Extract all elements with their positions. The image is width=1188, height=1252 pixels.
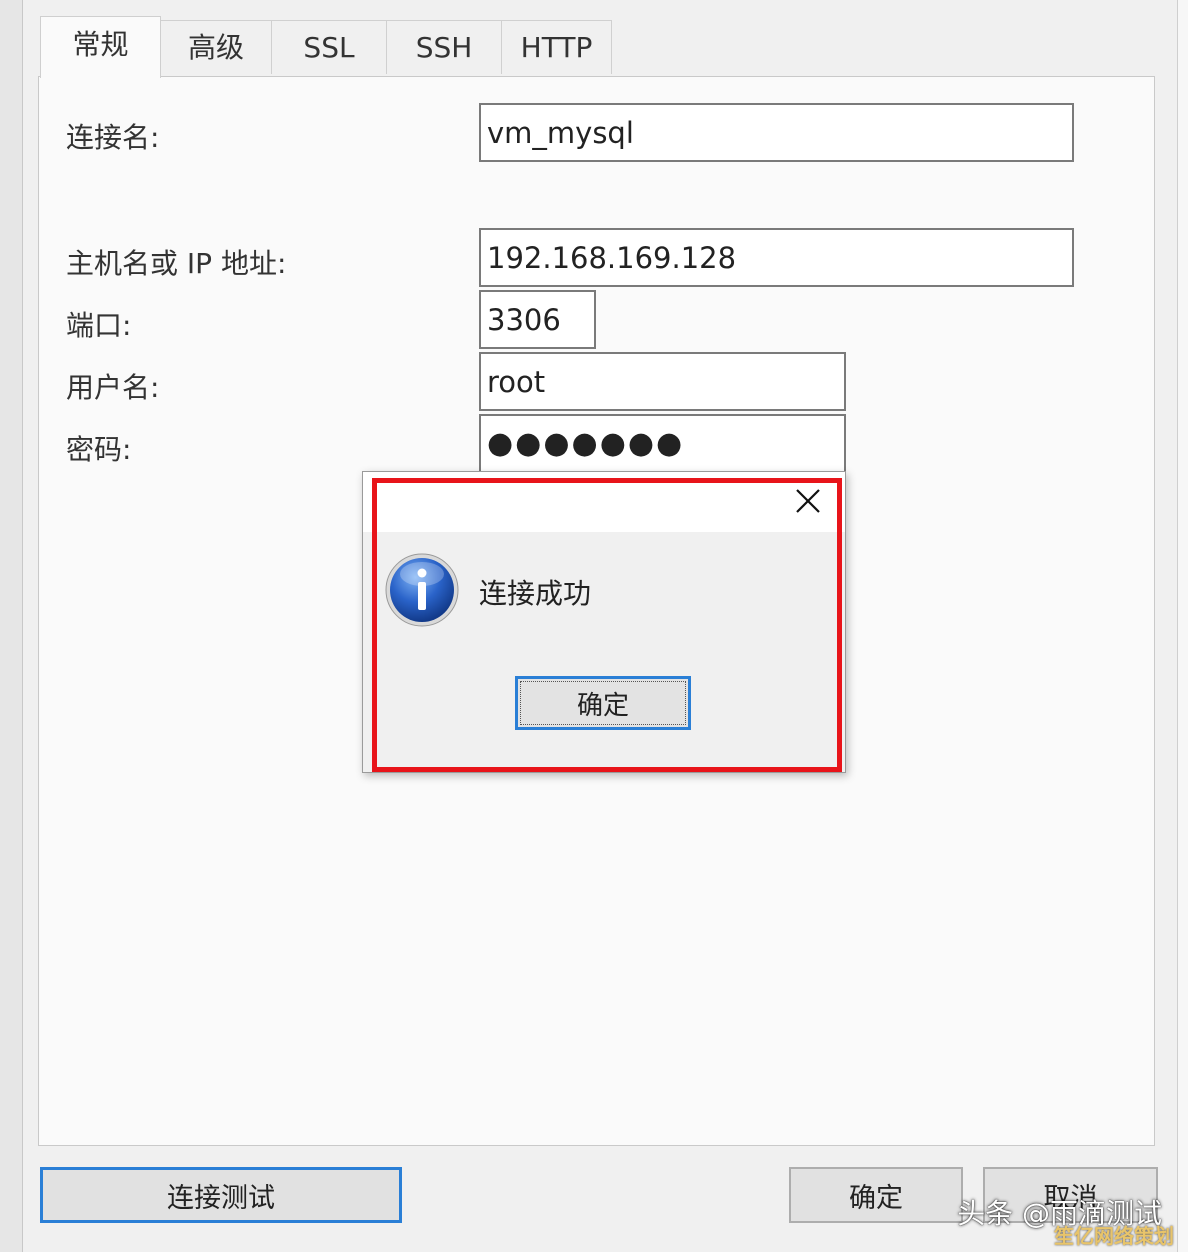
host-label: 主机名或 IP 地址: bbox=[66, 247, 287, 280]
window-left-edge bbox=[0, 0, 23, 1252]
port-label: 端口: bbox=[66, 309, 132, 342]
port-input[interactable]: 3306 bbox=[479, 290, 596, 349]
host-input[interactable]: 192.168.169.128 bbox=[479, 228, 1074, 287]
tab-ssl[interactable]: SSL bbox=[271, 20, 387, 74]
dialog-ok-button[interactable]: 确定 bbox=[515, 676, 691, 730]
info-icon bbox=[385, 553, 459, 627]
connection-success-dialog: 连接成功 确定 bbox=[362, 471, 846, 773]
connection-name-input[interactable]: vm_mysql bbox=[479, 103, 1074, 162]
window-right-edge bbox=[1177, 0, 1188, 1252]
host-value: 192.168.169.128 bbox=[487, 240, 737, 275]
close-icon[interactable] bbox=[793, 486, 823, 516]
password-label: 密码: bbox=[66, 433, 132, 466]
port-value: 3306 bbox=[487, 302, 561, 337]
tab-http[interactable]: HTTP bbox=[501, 20, 612, 74]
username-value: root bbox=[487, 364, 546, 399]
connection-name-value: vm_mysql bbox=[487, 115, 634, 150]
username-label: 用户名: bbox=[66, 371, 160, 404]
username-input[interactable]: root bbox=[479, 352, 846, 411]
dialog-titlebar bbox=[363, 472, 845, 532]
connection-name-label: 连接名: bbox=[66, 121, 160, 154]
test-connection-label: 连接测试 bbox=[167, 1182, 275, 1214]
watermark-site: 笙亿网络策划 bbox=[1054, 1224, 1174, 1248]
test-connection-button[interactable]: 连接测试 bbox=[40, 1167, 402, 1223]
dialog-message: 连接成功 bbox=[479, 577, 592, 610]
password-input[interactable]: ●●●●●●● bbox=[479, 414, 846, 473]
ok-label: 确定 bbox=[849, 1182, 903, 1214]
password-value: ●●●●●●● bbox=[487, 426, 685, 461]
tab-advanced[interactable]: 高级 bbox=[160, 20, 272, 74]
ok-button[interactable]: 确定 bbox=[789, 1167, 963, 1223]
tab-ssh[interactable]: SSH bbox=[386, 20, 502, 74]
dialog-ok-label: 确定 bbox=[576, 690, 629, 721]
tab-general[interactable]: 常规 bbox=[40, 16, 161, 78]
